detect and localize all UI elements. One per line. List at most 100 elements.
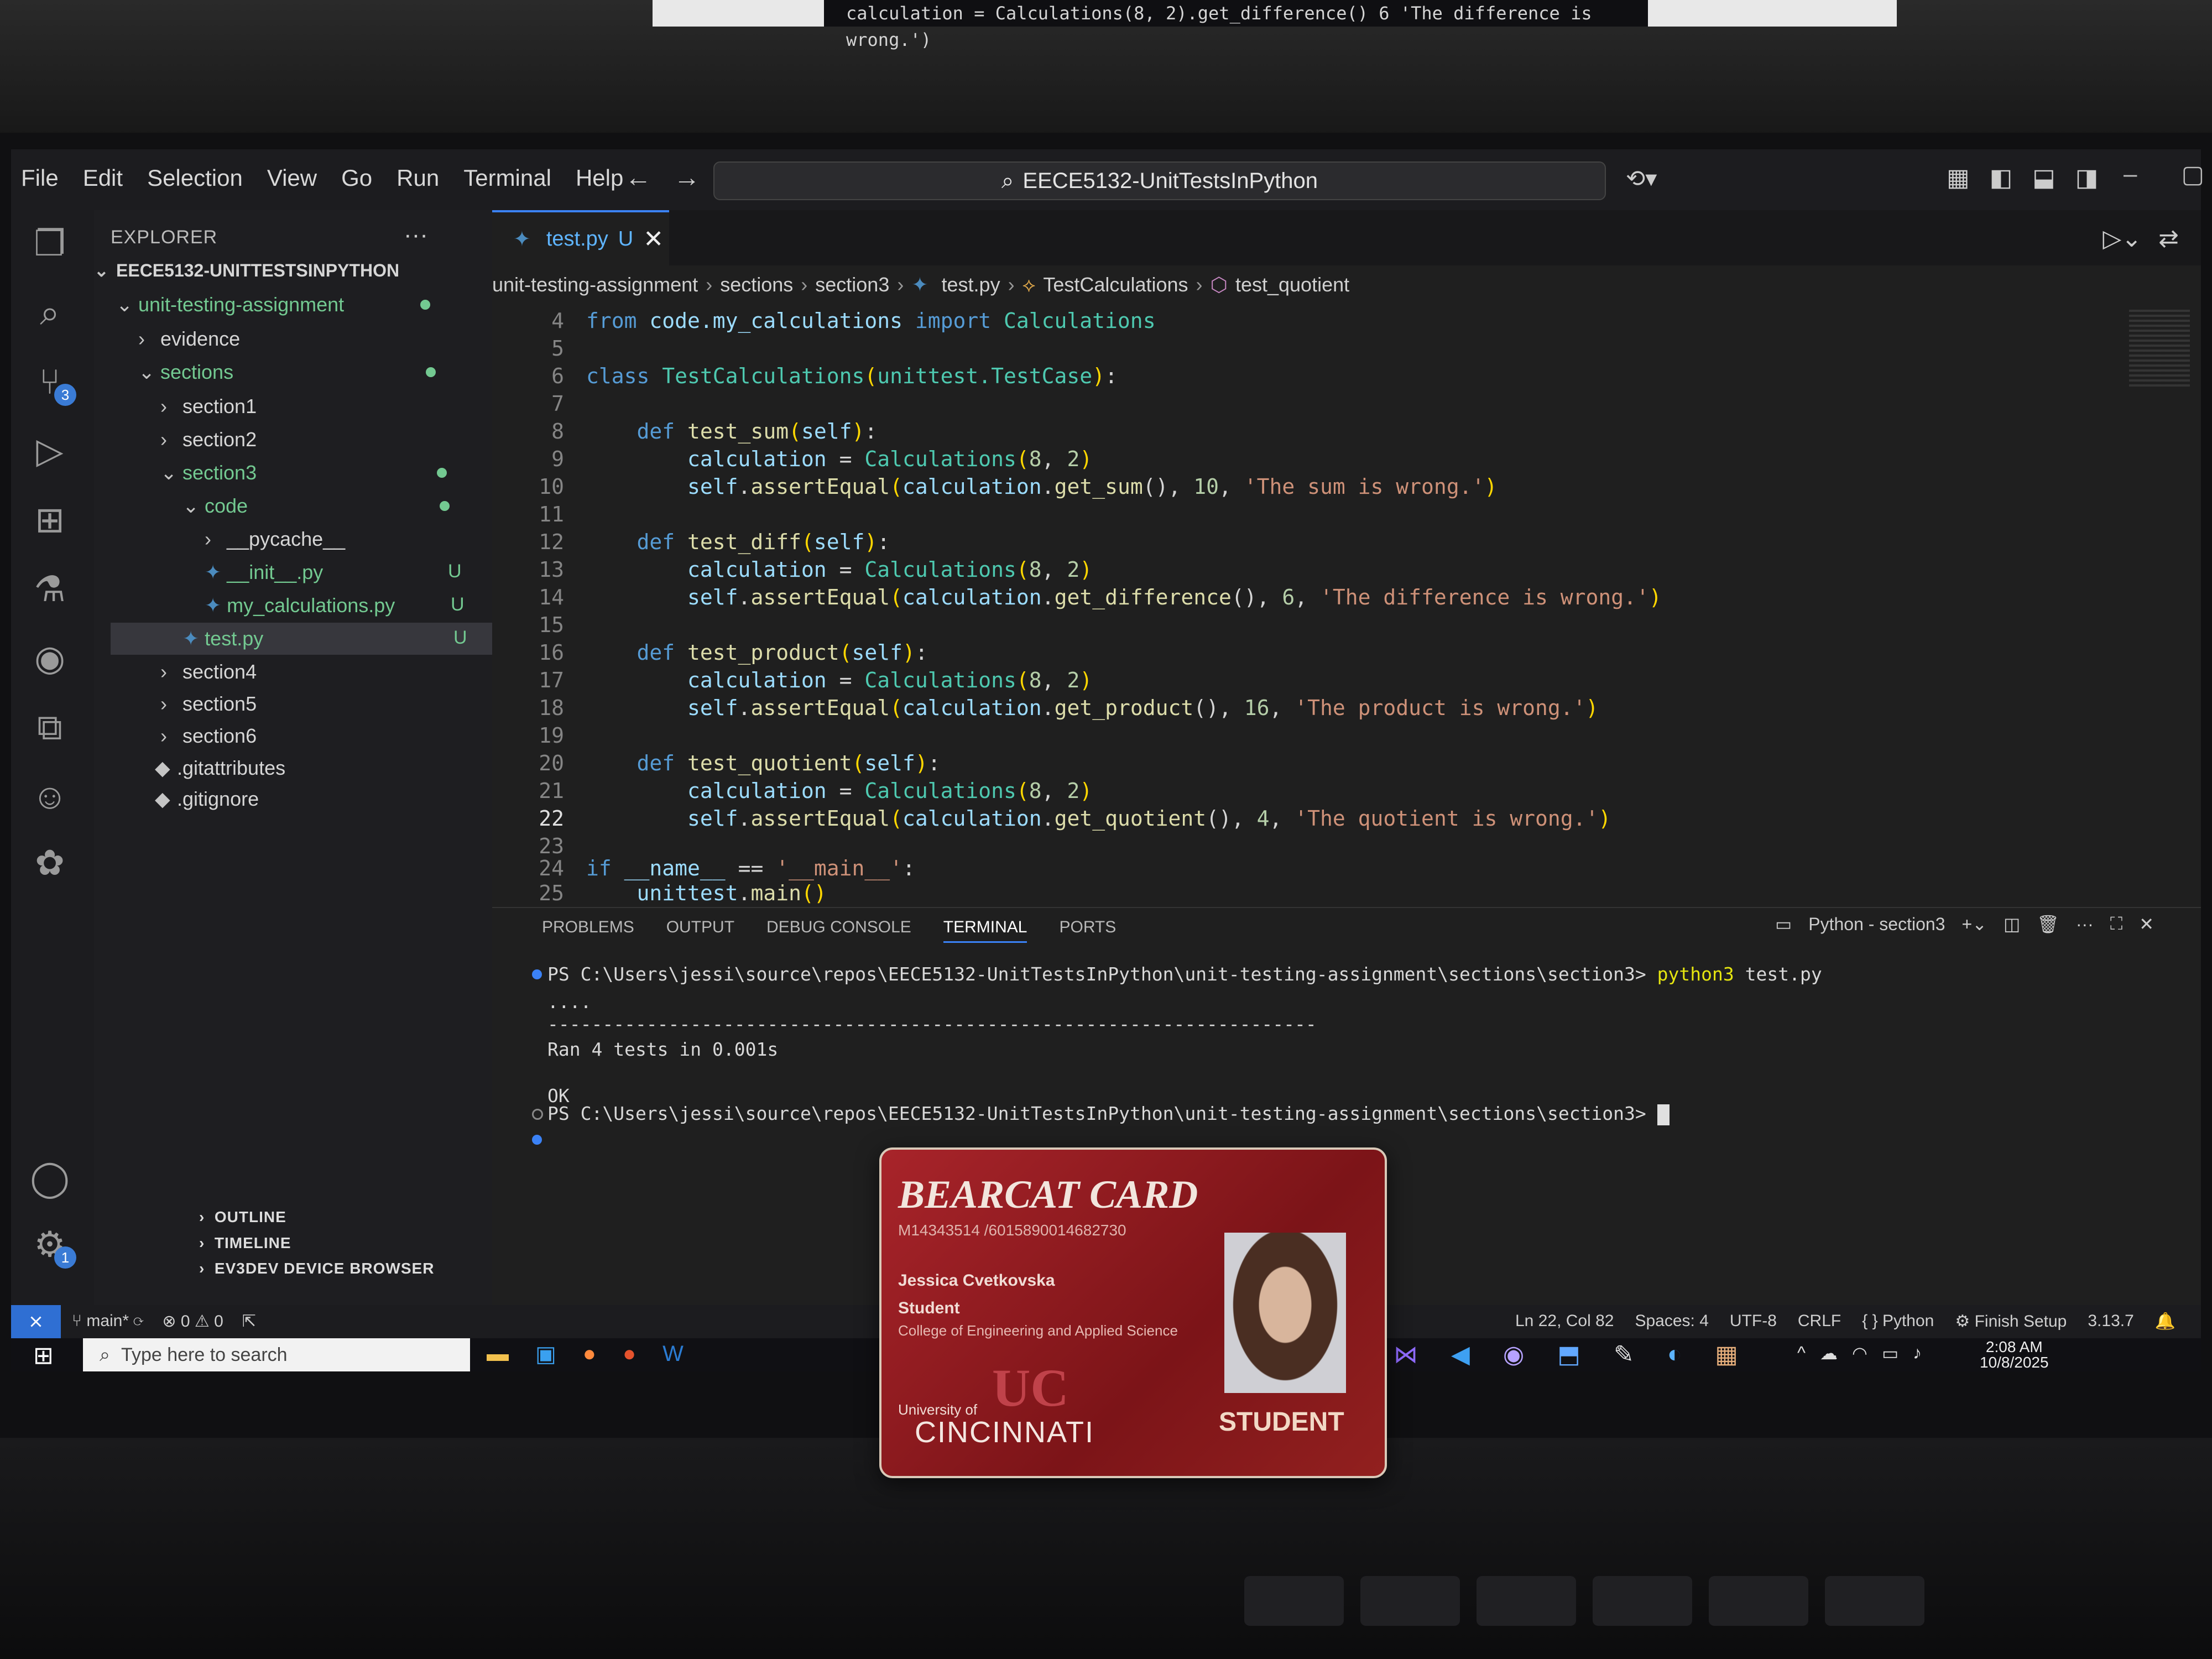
workspace-root[interactable]: ⌄ EECE5132-UNITTESTSINPYTHON [94, 254, 399, 286]
menu-file[interactable]: File [21, 165, 59, 191]
minimap[interactable] [2129, 310, 2190, 387]
tree-item-test-py[interactable]: ✦ test.py [111, 623, 492, 655]
powerpoint-icon[interactable]: ● [623, 1342, 636, 1367]
breadcrumb-item[interactable]: unit-testing-assignment [492, 273, 698, 296]
explorer-icon[interactable]: ❐ [28, 221, 72, 265]
menu-run[interactable]: Run [397, 165, 439, 191]
account-icon[interactable]: ◯ [28, 1156, 72, 1200]
menu-selection[interactable]: Selection [147, 165, 243, 191]
problems-indicator[interactable]: ⊗ 0 ⚠ 0 [162, 1312, 223, 1331]
pen-tool-icon[interactable]: ✎ [1614, 1340, 1634, 1369]
split-terminal-icon[interactable]: ◫ [2004, 914, 2020, 935]
back-arrow-icon[interactable]: ← [625, 163, 651, 193]
store-icon[interactable]: ▣ [535, 1342, 556, 1367]
maximize-panel-icon[interactable]: ⛶ [2110, 914, 2122, 935]
minimize-icon[interactable]: – [2124, 160, 2137, 189]
vs-installer-icon[interactable]: ⬒ [1557, 1340, 1580, 1369]
menu-go[interactable]: Go [341, 165, 372, 191]
indentation[interactable]: Spaces: 4 [1635, 1312, 1708, 1331]
finish-setup[interactable]: ⚙ Finish Setup [1955, 1312, 2067, 1331]
breadcrumb-item[interactable]: TestCalculations [1043, 273, 1188, 296]
toggle-secondary-sidebar-icon[interactable]: ◨ [2075, 164, 2099, 192]
tab-output[interactable]: OUTPUT [666, 918, 734, 943]
tree-item-init-py[interactable]: ✦ __init__.py [205, 556, 323, 588]
github-desktop-icon[interactable]: ◉ [1503, 1340, 1524, 1369]
breadcrumb-item[interactable]: section3 [815, 273, 889, 296]
firefox-icon[interactable]: ● [583, 1342, 596, 1367]
tab-test-py[interactable]: ✦ test.py U ✕ [492, 210, 669, 265]
timeline-section[interactable]: › TIMELINE [199, 1234, 291, 1252]
close-icon[interactable]: ✕ [643, 225, 664, 253]
customize-layout-icon[interactable]: ▦ [1947, 164, 1970, 192]
tree-item-unit-testing-assignment[interactable]: ⌄ unit-testing-assignment [116, 289, 344, 321]
github-icon[interactable]: ◉ [28, 636, 72, 680]
source-control-icon[interactable]: ⑂ 3 [28, 359, 76, 406]
tree-item-section2[interactable]: › section2 [160, 424, 257, 456]
breadcrumb-item[interactable]: test_quotient [1235, 273, 1349, 296]
steam-icon[interactable]: ◐ [1667, 1340, 1682, 1369]
tree-item-section4[interactable]: › section4 [160, 656, 257, 688]
tree-item-section6[interactable]: › section6 [160, 720, 257, 752]
settings-icon[interactable]: ⚙ 1 [28, 1222, 76, 1269]
chevron-up-icon[interactable]: ^ [1797, 1343, 1806, 1364]
ev3dev-section[interactable]: › EV3DEV DEVICE BROWSER [199, 1260, 434, 1277]
new-terminal-icon[interactable]: +⌄ [1961, 914, 1987, 935]
more-actions-icon[interactable]: ··· [404, 221, 428, 249]
tree-item-code[interactable]: ⌄ code [182, 490, 248, 522]
run-debug-icon[interactable]: ▷ [28, 429, 72, 473]
tree-item-section1[interactable]: › section1 [160, 390, 257, 422]
cloud-icon[interactable]: ☁ [1820, 1343, 1838, 1364]
tree-item-evidence[interactable]: › evidence [138, 323, 240, 355]
copilot-icon[interactable]: ☺ [28, 774, 72, 818]
tree-item-pycache[interactable]: › __pycache__ [205, 523, 345, 555]
tree-item-gitattributes[interactable]: ◆ .gitattributes [155, 752, 285, 784]
maximize-icon[interactable]: ▢ [2181, 160, 2204, 189]
taskbar-clock[interactable]: 2:08 AM 10/8/2025 [1980, 1339, 2049, 1370]
tree-item-my-calculations-py[interactable]: ✦ my_calculations.py [205, 589, 395, 622]
copilot-menu-icon[interactable]: ⟲▾ [1626, 165, 1657, 192]
tree-item-section3[interactable]: ⌄ section3 [160, 457, 257, 489]
chat-icon[interactable]: ✿ [28, 841, 72, 885]
cursor-position[interactable]: Ln 22, Col 82 [1515, 1312, 1614, 1331]
branch-indicator[interactable]: ⑂ main* ⟳ [72, 1312, 143, 1331]
tab-ports[interactable]: PORTS [1059, 918, 1116, 943]
tab-terminal[interactable]: TERMINAL [943, 918, 1027, 943]
line-ending[interactable]: CRLF [1798, 1312, 1841, 1331]
python-version[interactable]: 3.13.7 [2088, 1312, 2133, 1331]
wifi-icon[interactable]: ◠ [1852, 1343, 1867, 1364]
remote-indicator-icon[interactable]: ⨯ [11, 1305, 61, 1338]
tree-item-gitignore[interactable]: ◆ .gitignore [155, 783, 259, 815]
forward-arrow-icon[interactable]: → [674, 163, 700, 193]
file-explorer-icon[interactable]: ▬ [487, 1342, 509, 1367]
toggle-sidebar-icon[interactable]: ◧ [1990, 164, 2013, 192]
live-share-icon[interactable]: ⇱ [242, 1312, 256, 1331]
windows-start-icon[interactable]: ⊞ [33, 1342, 54, 1370]
tab-debug-console[interactable]: DEBUG CONSOLE [766, 918, 911, 943]
taskbar-search[interactable]: ⌕ Type here to search [83, 1338, 470, 1371]
encoding[interactable]: UTF-8 [1730, 1312, 1777, 1331]
breadcrumb-item[interactable]: test.py [942, 273, 1000, 296]
remote-explorer-icon[interactable]: ⧉ [28, 705, 72, 749]
search-icon[interactable]: ⌕ [28, 290, 72, 335]
tab-problems[interactable]: PROBLEMS [542, 918, 634, 943]
visual-studio-icon[interactable]: ⋈ [1394, 1340, 1418, 1369]
menu-view[interactable]: View [267, 165, 317, 191]
volume-icon[interactable]: ♪ [1913, 1343, 1922, 1364]
close-icon[interactable]: ✕ [2139, 914, 2154, 935]
word-icon[interactable]: W [662, 1342, 684, 1367]
terminal-name[interactable]: Python - section3 [1808, 914, 1945, 935]
breadcrumb-item[interactable]: sections [720, 273, 793, 296]
command-center-search[interactable]: ⌕ EECE5132-UnitTestsInPython [713, 161, 1606, 200]
battery-icon[interactable]: ▭ [1882, 1343, 1898, 1364]
bell-icon[interactable]: 🔔 [2155, 1312, 2176, 1331]
menu-help[interactable]: Help [576, 165, 623, 191]
vscode-icon[interactable]: ◀ [1451, 1340, 1470, 1369]
menu-edit[interactable]: Edit [83, 165, 123, 191]
menu-terminal[interactable]: Terminal [463, 165, 551, 191]
tree-item-sections[interactable]: ⌄ sections [138, 356, 233, 388]
toggle-panel-icon[interactable]: ⬓ [2032, 164, 2056, 192]
outline-section[interactable]: › OUTLINE [199, 1208, 286, 1226]
language-mode[interactable]: { } Python [1862, 1312, 1934, 1331]
more-actions-icon[interactable]: ··· [2076, 914, 2094, 935]
compare-icon[interactable]: ⇄ [2158, 225, 2179, 253]
